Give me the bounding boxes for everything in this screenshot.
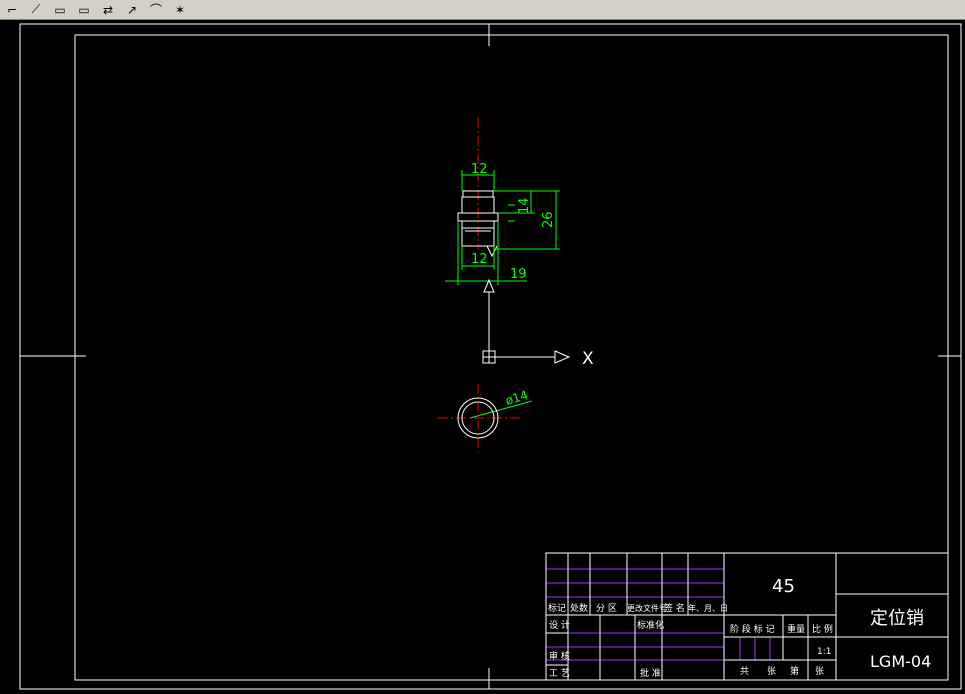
copy-icon: ▭ — [54, 2, 66, 17]
label-change-doc: 更改文件号 — [627, 603, 667, 613]
dim-text-diameter: ø14 — [504, 388, 530, 408]
label-total: 共 — [740, 666, 749, 677]
label-weight: 重量 — [787, 623, 805, 635]
dimension-labels: 12 12 19 14 26 ø14 — [471, 162, 556, 408]
drawing-number-value: LGM-04 — [870, 652, 931, 671]
leader-icon: ↗ — [126, 2, 138, 17]
copy-tool[interactable]: ▭ — [50, 1, 70, 19]
dim-text-overall-width: 19 — [510, 267, 527, 282]
dim-text-top-width: 12 — [471, 162, 488, 177]
dimension-angular-icon: ⌐ — [6, 2, 18, 17]
leader-tool[interactable]: ↗ — [122, 1, 142, 19]
title-block: 标记 处数 分 区 更改文件号 签 名 年、月、日 设 计 标准化 阶 段 标 … — [545, 552, 949, 681]
ucs-x-label: X — [582, 349, 594, 369]
scale-value: 1:1 — [817, 647, 831, 657]
label-process: 工 艺 — [549, 668, 570, 679]
label-approve: 批 准 — [640, 667, 661, 679]
label-review: 审 核 — [549, 650, 570, 662]
drawing-svg: 12 12 19 14 26 ø14 X 标记 处数 分 区 更改文件号 签 名… — [19, 23, 962, 690]
label-design: 设 计 — [549, 619, 570, 631]
label-zone: 分 区 — [596, 603, 617, 614]
label-mark: 标记 — [548, 602, 566, 614]
material-value: 45 — [772, 576, 795, 597]
dim-text-height-large: 26 — [541, 211, 556, 228]
drawing-canvas[interactable]: 12 12 19 14 26 ø14 X 标记 处数 分 区 更改文件号 签 名… — [0, 21, 965, 694]
cad-toolbar: ⌐ ⟋ ▭ ▭ ⇄ ↗ ⌒ ✶ — [0, 0, 965, 20]
label-count: 处数 — [570, 602, 588, 614]
part-tip — [486, 245, 498, 258]
dimension-linear-tool[interactable]: ⟋ — [26, 1, 46, 19]
label-standardize: 标准化 — [637, 619, 664, 631]
label-ratio: 比 例 — [812, 623, 833, 635]
paste-icon: ▭ — [78, 2, 90, 17]
dimension-linear-icon: ⟋ — [31, 2, 41, 16]
ucs-y-arrow — [483, 278, 495, 293]
part-name-value: 定位销 — [870, 608, 924, 629]
mirror-icon: ⇄ — [102, 2, 114, 17]
title-block-labels: 标记 处数 分 区 更改文件号 签 名 年、月、日 设 计 标准化 阶 段 标 … — [548, 602, 833, 679]
spline-tool[interactable]: ⌒ — [146, 1, 166, 19]
dim-text-bottom-width: 12 — [471, 252, 488, 267]
mirror-tool[interactable]: ⇄ — [98, 1, 118, 19]
explode-icon: ✶ — [174, 2, 186, 17]
label-page-sheet: 张 — [815, 666, 824, 677]
paste-tool[interactable]: ▭ — [74, 1, 94, 19]
label-sheet: 张 — [767, 666, 776, 677]
dim-line-diameter — [469, 400, 533, 419]
label-stage-mark: 阶 段 标 记 — [730, 623, 775, 635]
label-page: 第 — [790, 665, 799, 677]
spline-icon: ⌒ — [149, 3, 162, 17]
part-front-view — [457, 118, 499, 258]
explode-tool[interactable]: ✶ — [170, 1, 190, 19]
ucs-icon — [482, 278, 571, 364]
label-signature: 签 名 — [664, 602, 685, 614]
dimension-angular-tool[interactable]: ⌐ — [2, 1, 22, 19]
label-date: 年、月、日 — [688, 603, 728, 613]
ucs-x-arrow — [554, 350, 571, 364]
dim-text-height-small: 14 — [517, 197, 532, 214]
